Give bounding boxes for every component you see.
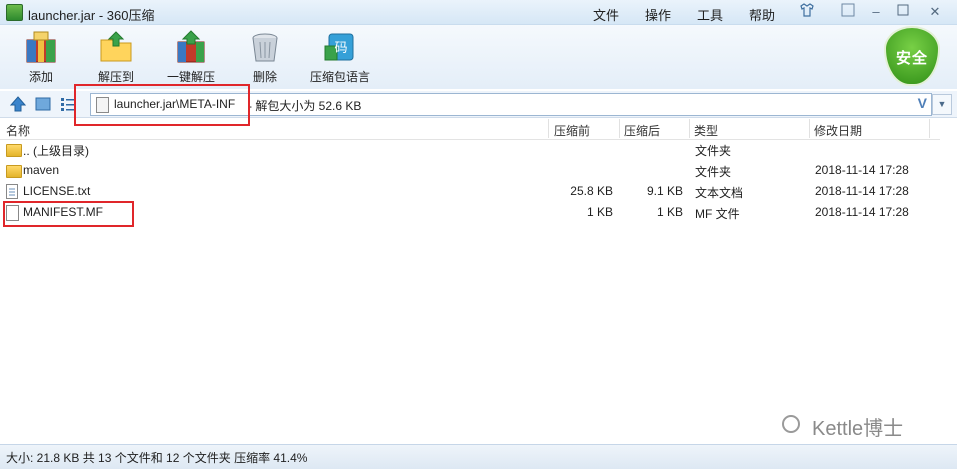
svg-text:码: 码 xyxy=(334,41,347,56)
wechat-icon xyxy=(782,415,800,433)
file-name: LICENSE.txt xyxy=(23,184,91,198)
column-divider[interactable] xyxy=(619,119,620,138)
menu-operate[interactable]: 操作 xyxy=(645,5,671,24)
shield-icon: 安全 xyxy=(884,26,940,86)
menu-tools[interactable]: 工具 xyxy=(697,5,723,24)
path-highlight-box xyxy=(74,84,250,126)
title-bar: launcher.jar - 360压缩 文件 操作 工具 帮助 – ✕ xyxy=(0,0,957,25)
file-row-manifest[interactable]: MANIFEST.MF 1 KB 1 KB MF 文件 2018-11-14 1… xyxy=(0,202,930,223)
file-name: .. (上级目录) xyxy=(23,144,89,158)
address-dropdown-button[interactable]: ▼ xyxy=(932,94,952,115)
unpack-size-info: - 解包大小为 52.6 KB xyxy=(248,99,362,113)
extract-to-label: 解压到 xyxy=(97,70,134,84)
minimize-icon[interactable]: – xyxy=(866,3,886,21)
column-modified[interactable]: 修改日期 xyxy=(814,122,862,139)
folder-icon xyxy=(6,163,22,178)
column-size-after[interactable]: 压缩后 xyxy=(624,122,660,139)
extract-folder-icon xyxy=(99,30,133,64)
file-modified: 2018-11-14 17:28 xyxy=(815,163,909,177)
feedback-icon[interactable] xyxy=(838,3,858,21)
menu-file[interactable]: 文件 xyxy=(593,5,619,24)
status-text: 大小: 21.8 KB 共 13 个文件和 12 个文件夹 压缩率 41.4% xyxy=(6,451,308,465)
toolbar: 添加 解压到 一键解压 删除 码 压缩包语言 xyxy=(0,25,957,89)
add-label: 添加 xyxy=(28,70,53,84)
column-size-before[interactable]: 压缩前 xyxy=(554,122,590,139)
skin-icon[interactable] xyxy=(797,3,817,21)
one-click-extract-label: 一键解压 xyxy=(166,70,215,84)
code-page-label: 压缩包语言 xyxy=(309,70,370,84)
file-size-before: 25.8 KB xyxy=(570,184,613,198)
security-label: 安全 xyxy=(895,50,928,67)
code-page-icon: 码 xyxy=(323,30,357,64)
column-divider[interactable] xyxy=(929,119,930,138)
file-type: MF 文件 xyxy=(695,207,740,221)
add-button[interactable]: 添加 xyxy=(19,30,63,85)
file-row-maven[interactable]: maven 文件夹 2018-11-14 17:28 xyxy=(0,160,930,181)
maximize-icon[interactable] xyxy=(893,3,913,21)
file-modified: 2018-11-14 17:28 xyxy=(815,205,909,219)
file-type: 文本文档 xyxy=(695,186,744,200)
file-size-after: 1 KB xyxy=(656,205,683,219)
manifest-highlight-box xyxy=(3,201,134,227)
file-row-license[interactable]: LICENSE.txt 25.8 KB 9.1 KB 文本文档 2018-11-… xyxy=(0,181,930,202)
app-icon xyxy=(6,4,23,21)
file-name: maven xyxy=(23,163,60,177)
watermark-text: Kettle博士 xyxy=(812,418,904,440)
status-bar: 大小: 21.8 KB 共 13 个文件和 12 个文件夹 压缩率 41.4% xyxy=(0,444,957,469)
column-name[interactable]: 名称 xyxy=(6,122,30,139)
menu-help[interactable]: 帮助 xyxy=(749,5,775,24)
column-divider[interactable] xyxy=(689,119,690,138)
one-click-extract-button[interactable]: 一键解压 xyxy=(165,30,217,85)
thumbnail-view-icon[interactable] xyxy=(35,96,51,115)
code-page-button[interactable]: 码 压缩包语言 xyxy=(308,30,372,85)
window-title: launcher.jar - 360压缩 xyxy=(28,8,155,23)
file-row-parent[interactable]: .. (上级目录) 文件夹 xyxy=(0,139,930,160)
security-shield[interactable]: 安全 xyxy=(884,26,940,88)
column-type[interactable]: 类型 xyxy=(694,122,718,139)
delete-label: 删除 xyxy=(252,70,277,84)
extract-to-button[interactable]: 解压到 xyxy=(93,30,139,85)
file-type: 文件夹 xyxy=(695,165,732,179)
column-divider[interactable] xyxy=(809,119,810,138)
address-suggest-icon[interactable]: V xyxy=(918,95,927,111)
up-arrow-icon[interactable] xyxy=(9,96,27,115)
file-size-before: 1 KB xyxy=(586,205,613,219)
add-archive-icon xyxy=(24,30,58,64)
vertical-scrollbar[interactable] xyxy=(940,139,957,444)
folder-icon xyxy=(6,142,22,157)
file-modified: 2018-11-14 17:28 xyxy=(815,184,909,198)
one-click-extract-icon xyxy=(174,30,208,64)
text-file-icon xyxy=(6,184,18,202)
file-size-after: 9.1 KB xyxy=(646,184,683,198)
file-type: 文件夹 xyxy=(695,144,732,158)
column-divider[interactable] xyxy=(548,119,549,138)
delete-button[interactable]: 删除 xyxy=(245,30,285,85)
trash-icon xyxy=(248,30,282,64)
close-icon[interactable]: ✕ xyxy=(925,3,945,21)
